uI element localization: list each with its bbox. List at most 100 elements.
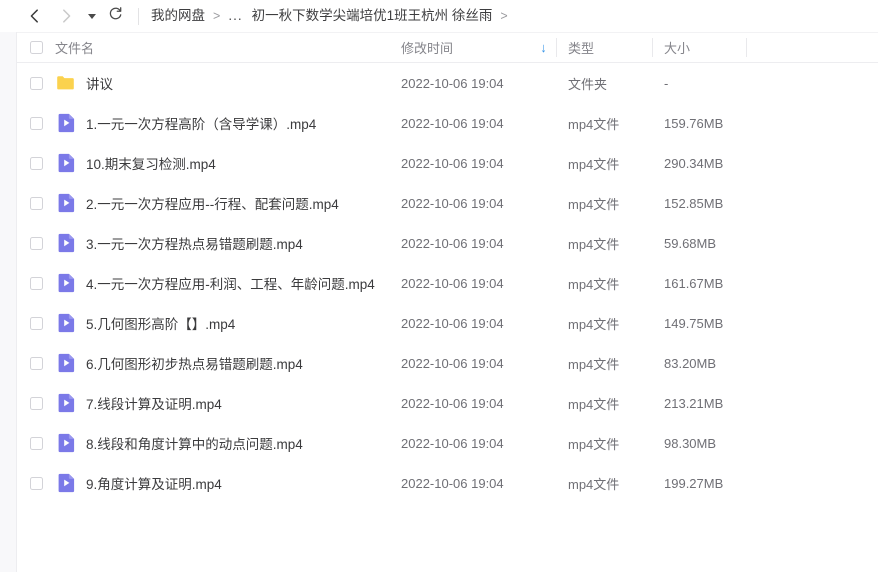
row-file-type: mp4文件 bbox=[568, 196, 620, 212]
table-row[interactable]: 2.一元一次方程应用--行程、配套问题.mp4 2022-10-06 19:04 m… bbox=[17, 183, 878, 223]
row-select-cell bbox=[17, 183, 55, 223]
video-file-icon bbox=[57, 273, 76, 293]
table-row[interactable]: 5.几何图形高阶【】.mp4 2022-10-06 19:04 mp4文件 149.7… bbox=[17, 303, 878, 343]
row-actions-cell bbox=[746, 263, 878, 303]
column-header-size[interactable]: 大小 bbox=[652, 32, 746, 63]
chevron-left-icon bbox=[28, 8, 41, 24]
video-file-icon bbox=[57, 393, 76, 413]
sort-descending-arrow-icon: ↓ bbox=[540, 40, 547, 55]
row-file-type: mp4文件 bbox=[568, 436, 620, 452]
breadcrumb-item-root[interactable]: 我的网盘 bbox=[151, 8, 205, 24]
row-modified-date: 2022-10-06 19:04 bbox=[401, 355, 504, 371]
column-header-date[interactable]: 修改时间 bbox=[389, 32, 531, 63]
folder-icon bbox=[56, 73, 76, 93]
row-checkbox[interactable] bbox=[30, 116, 43, 130]
row-checkbox[interactable] bbox=[30, 196, 43, 210]
row-file-name[interactable]: 1.一元一次方程高阶（含导学课）.mp4 bbox=[86, 113, 316, 133]
history-dropdown-button[interactable] bbox=[84, 4, 100, 28]
back-button[interactable] bbox=[22, 4, 46, 28]
row-file-name[interactable]: 5.几何图形高阶【】.mp4 bbox=[86, 313, 235, 333]
row-actions-cell bbox=[746, 143, 878, 183]
file-manager-window: 我的网盘 > ... 初一秋下数学尖端培优1班王杭州 徐丝雨 > 文件名 修改时… bbox=[0, 0, 878, 572]
row-select-cell bbox=[17, 463, 55, 503]
table-row[interactable]: 9.角度计算及证明.mp4 2022-10-06 19:04 mp4文件 199.27… bbox=[17, 463, 878, 503]
video-file-icon bbox=[57, 153, 76, 173]
row-file-type: mp4文件 bbox=[568, 156, 620, 172]
row-checkbox[interactable] bbox=[30, 436, 43, 450]
row-name-cell: 5.几何图形高阶【】.mp4 bbox=[55, 303, 389, 343]
row-name-cell: 2.一元一次方程应用--行程、配套问题.mp4 bbox=[55, 183, 389, 223]
row-file-name[interactable]: 4.一元一次方程应用-利润、工程、年龄问题.mp4 bbox=[86, 273, 375, 293]
row-file-type: mp4文件 bbox=[568, 396, 620, 412]
row-file-name[interactable]: 9.角度计算及证明.mp4 bbox=[86, 473, 222, 493]
table-row[interactable]: 7.线段计算及证明.mp4 2022-10-06 19:04 mp4文件 213.21… bbox=[17, 383, 878, 423]
row-spacer bbox=[531, 63, 556, 103]
forward-button[interactable] bbox=[54, 4, 78, 28]
row-file-icon bbox=[55, 192, 77, 214]
table-row[interactable]: 10.期末复习检测.mp4 2022-10-06 19:04 mp4文件 290.34… bbox=[17, 143, 878, 183]
row-modified-date: 2022-10-06 19:04 bbox=[401, 155, 504, 171]
column-header-name[interactable]: 文件名 bbox=[55, 32, 389, 63]
row-checkbox[interactable] bbox=[30, 156, 43, 170]
row-name-cell: 9.角度计算及证明.mp4 bbox=[55, 463, 389, 503]
row-file-name[interactable]: 讲议 bbox=[86, 73, 113, 93]
sort-indicator[interactable]: ↓ bbox=[531, 32, 556, 63]
column-header-date-label: 修改时间 bbox=[401, 41, 454, 56]
select-all-checkbox[interactable] bbox=[30, 41, 43, 54]
left-gutter bbox=[0, 32, 17, 572]
row-file-name[interactable]: 10.期末复习检测.mp4 bbox=[86, 153, 216, 173]
row-file-size: 152.85MB bbox=[664, 195, 724, 211]
row-actions-cell bbox=[746, 303, 878, 343]
table-row[interactable]: 8.线段和角度计算中的动点问题.mp4 2022-10-06 19:04 mp4文件… bbox=[17, 423, 878, 463]
row-checkbox[interactable] bbox=[30, 276, 43, 290]
column-header-type[interactable]: 类型 bbox=[556, 32, 652, 63]
row-file-icon bbox=[55, 392, 77, 414]
row-spacer bbox=[531, 423, 556, 463]
row-file-name[interactable]: 3.一元一次方程热点易错题刷题.mp4 bbox=[86, 233, 303, 253]
row-actions-cell bbox=[746, 103, 878, 143]
row-actions-cell bbox=[746, 423, 878, 463]
toolbar-divider bbox=[138, 7, 139, 25]
row-select-cell bbox=[17, 223, 55, 263]
row-file-icon bbox=[55, 72, 77, 94]
row-modified-date: 2022-10-06 19:04 bbox=[401, 235, 504, 251]
row-actions-cell bbox=[746, 223, 878, 263]
row-checkbox[interactable] bbox=[30, 316, 43, 330]
row-spacer bbox=[531, 343, 556, 383]
row-select-cell bbox=[17, 143, 55, 183]
row-modified-date: 2022-10-06 19:04 bbox=[401, 435, 504, 451]
table-row[interactable]: 4.一元一次方程应用-利润、工程、年龄问题.mp4 2022-10-06 19:0… bbox=[17, 263, 878, 303]
video-file-icon bbox=[57, 113, 76, 133]
row-file-name[interactable]: 8.线段和角度计算中的动点问题.mp4 bbox=[86, 433, 303, 453]
row-name-cell: 4.一元一次方程应用-利润、工程、年龄问题.mp4 bbox=[55, 263, 389, 303]
row-file-size: 161.67MB bbox=[664, 275, 724, 291]
row-spacer bbox=[531, 143, 556, 183]
row-checkbox[interactable] bbox=[30, 356, 43, 370]
table-row[interactable]: 1.一元一次方程高阶（含导学课）.mp4 2022-10-06 19:04 mp4文… bbox=[17, 103, 878, 143]
navigation-toolbar: 我的网盘 > ... 初一秋下数学尖端培优1班王杭州 徐丝雨 > bbox=[0, 0, 878, 32]
file-list-panel: 文件名 修改时间 ↓ 类型 大小 讲议 2022-10-06 19:04 文件夹… bbox=[17, 32, 878, 572]
row-name-cell: 8.线段和角度计算中的动点问题.mp4 bbox=[55, 423, 389, 463]
breadcrumb-ellipsis[interactable]: ... bbox=[228, 9, 242, 23]
video-file-icon bbox=[57, 473, 76, 493]
table-row[interactable]: 6.几何图形初步热点易错题刷题.mp4 2022-10-06 19:04 mp4文件… bbox=[17, 343, 878, 383]
row-file-icon bbox=[55, 112, 77, 134]
row-actions-cell bbox=[746, 343, 878, 383]
table-row[interactable]: 3.一元一次方程热点易错题刷题.mp4 2022-10-06 19:04 mp4文件… bbox=[17, 223, 878, 263]
breadcrumb-item-current[interactable]: 初一秋下数学尖端培优1班王杭州 徐丝雨 bbox=[252, 8, 493, 24]
row-checkbox[interactable] bbox=[30, 76, 43, 90]
row-modified-date: 2022-10-06 19:04 bbox=[401, 395, 504, 411]
table-row[interactable]: 讲议 2022-10-06 19:04 文件夹 - bbox=[17, 63, 878, 103]
chevron-right-icon bbox=[60, 8, 73, 24]
row-file-name[interactable]: 7.线段计算及证明.mp4 bbox=[86, 393, 222, 413]
row-file-icon bbox=[55, 232, 77, 254]
row-checkbox[interactable] bbox=[30, 236, 43, 250]
row-file-size: 213.21MB bbox=[664, 395, 724, 411]
row-checkbox[interactable] bbox=[30, 396, 43, 410]
row-modified-date: 2022-10-06 19:04 bbox=[401, 315, 504, 331]
refresh-button[interactable] bbox=[102, 4, 128, 28]
row-file-name[interactable]: 6.几何图形初步热点易错题刷题.mp4 bbox=[86, 353, 303, 373]
row-file-name[interactable]: 2.一元一次方程应用--行程、配套问题.mp4 bbox=[86, 193, 339, 213]
row-checkbox[interactable] bbox=[30, 476, 43, 490]
row-actions-cell bbox=[746, 63, 878, 103]
